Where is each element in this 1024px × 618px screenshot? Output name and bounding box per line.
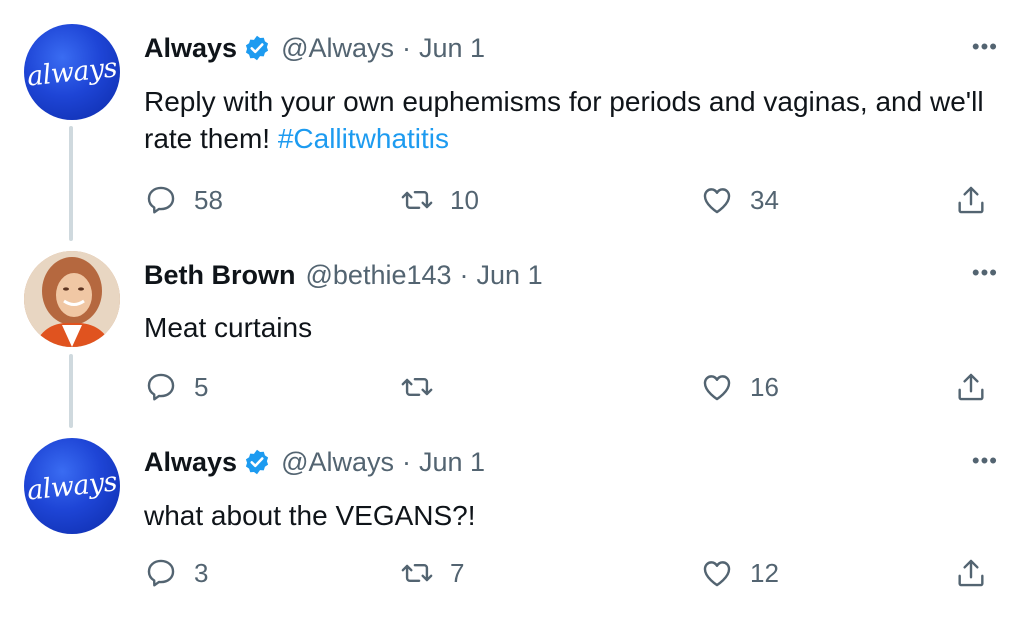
profile-photo <box>24 251 120 347</box>
like-icon <box>703 188 731 214</box>
share-icon <box>958 373 984 401</box>
timestamp[interactable]: Jun 1 <box>419 33 485 64</box>
more-icon[interactable]: ••• <box>972 262 998 284</box>
reply-button[interactable]: 3 <box>144 556 208 590</box>
reply-button[interactable]: 5 <box>144 370 208 404</box>
retweet-icon <box>401 564 433 582</box>
display-name[interactable]: Always <box>144 447 237 478</box>
verified-badge-icon <box>245 449 269 475</box>
like-button[interactable]: 34 <box>700 183 779 217</box>
retweet-count: 10 <box>450 184 479 215</box>
share-icon <box>958 559 984 587</box>
like-button[interactable]: 12 <box>700 556 779 590</box>
share-button[interactable] <box>954 556 988 590</box>
more-icon[interactable]: ••• <box>972 36 998 58</box>
like-icon <box>703 561 731 587</box>
tweet-text: Reply with your own euphemisms for perio… <box>144 83 984 157</box>
brand-logo-text: always <box>25 465 119 507</box>
timestamp[interactable]: Jun 1 <box>477 260 543 291</box>
like-button[interactable]: 16 <box>700 370 779 404</box>
share-icon <box>958 186 984 214</box>
tweet-text-body: what about the VEGANS?! <box>144 500 476 531</box>
reply-button[interactable]: 58 <box>144 183 223 217</box>
separator-dot: · <box>459 259 469 290</box>
tweet[interactable]: always Always @Always · Jun 1 ••• Reply … <box>0 0 1024 240</box>
like-count: 16 <box>750 371 779 402</box>
verified-badge-icon <box>245 35 269 61</box>
display-name[interactable]: Beth Brown <box>144 260 296 291</box>
handle[interactable]: @Always <box>281 33 394 64</box>
retweet-count: 7 <box>450 557 465 588</box>
display-name[interactable]: Always <box>144 33 237 64</box>
share-button[interactable] <box>954 370 988 404</box>
tweet-text-body: Reply with your own euphemisms for perio… <box>144 86 984 154</box>
handle[interactable]: @bethie143 <box>306 260 452 291</box>
tweet-header: Beth Brown @bethie143 · Jun 1 <box>144 257 543 293</box>
tweet[interactable]: Beth Brown @bethie143 · Jun 1 ••• Meat c… <box>0 240 1024 428</box>
like-count: 12 <box>750 557 779 588</box>
avatar[interactable]: always <box>24 24 120 120</box>
like-count: 34 <box>750 184 779 215</box>
retweet-button[interactable] <box>400 370 450 404</box>
reply-count: 58 <box>194 184 223 215</box>
tweet-text: what about the VEGANS?! <box>144 497 984 534</box>
separator-dot: · <box>402 446 411 477</box>
retweet-button[interactable]: 7 <box>400 556 464 590</box>
avatar[interactable] <box>24 251 120 347</box>
tweet-header: Always @Always · Jun 1 <box>144 30 485 66</box>
reply-count: 5 <box>194 371 209 402</box>
reply-icon <box>147 373 175 401</box>
reply-icon <box>147 186 175 214</box>
retweet-icon <box>401 378 433 396</box>
tweet-actions: 3 7 12 <box>144 556 994 596</box>
retweet-button[interactable]: 10 <box>400 183 479 217</box>
reply-icon <box>147 559 175 587</box>
tweet-header: Always @Always · Jun 1 <box>144 444 485 480</box>
more-icon[interactable]: ••• <box>972 450 998 472</box>
tweet-actions: 58 10 34 <box>144 183 994 223</box>
separator-dot: · <box>402 32 411 63</box>
tweet[interactable]: always Always @Always · Jun 1 ••• what a… <box>0 428 1024 618</box>
handle[interactable]: @Always <box>281 447 394 478</box>
share-button[interactable] <box>954 183 988 217</box>
avatar[interactable]: always <box>24 438 120 534</box>
timestamp[interactable]: Jun 1 <box>419 447 485 478</box>
reply-count: 3 <box>194 557 209 588</box>
brand-logo-text: always <box>25 51 119 93</box>
like-icon <box>703 375 731 401</box>
tweet-text: Meat curtains <box>144 309 984 346</box>
hashtag-link[interactable]: #Callitwhatitis <box>278 123 449 154</box>
retweet-icon <box>401 191 433 209</box>
tweet-text-body: Meat curtains <box>144 312 313 343</box>
tweet-actions: 5 16 <box>144 370 994 410</box>
